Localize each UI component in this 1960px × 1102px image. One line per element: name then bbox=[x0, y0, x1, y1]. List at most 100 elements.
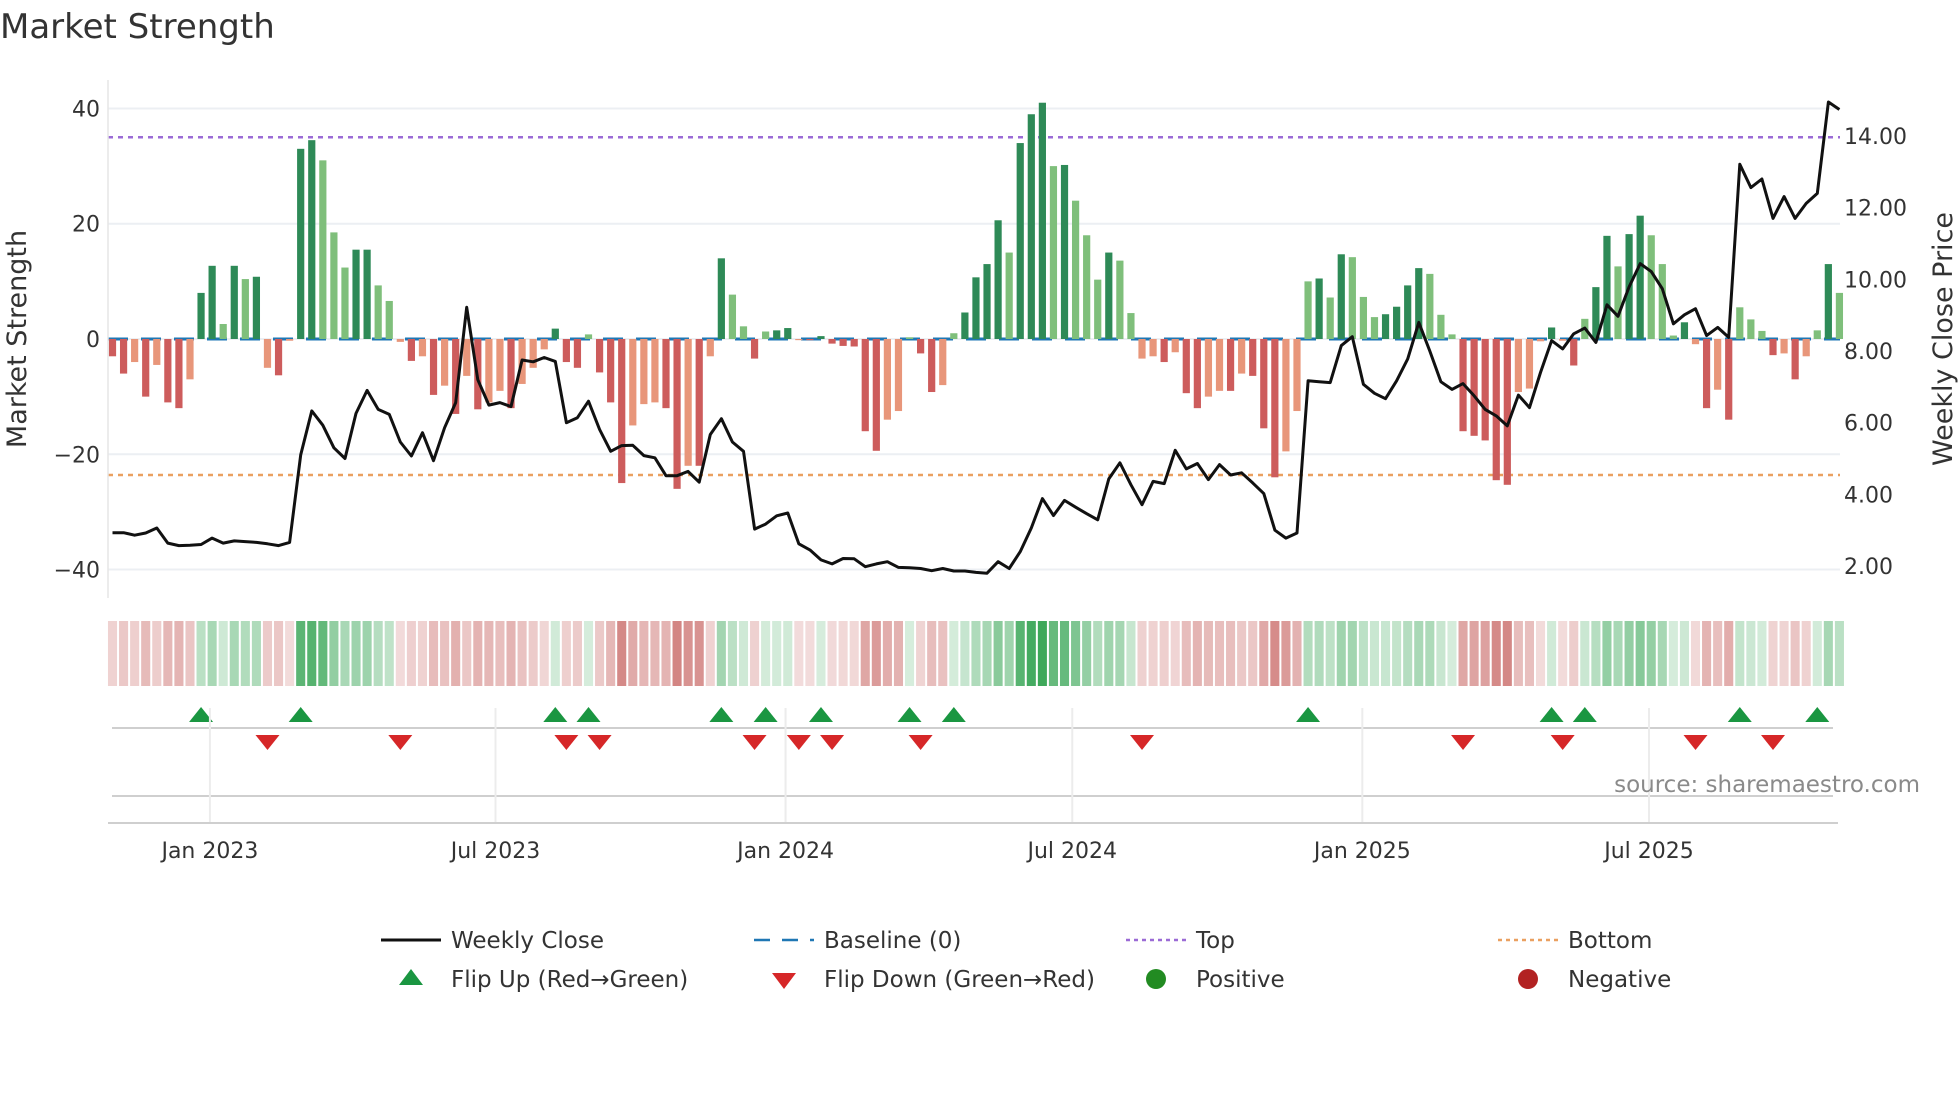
heatmap-cell bbox=[1768, 621, 1778, 686]
strength-bar bbox=[1548, 327, 1556, 339]
strength-bars bbox=[108, 102, 1844, 489]
heatmap-cell bbox=[1181, 621, 1191, 686]
heatmap-cell bbox=[1679, 621, 1689, 686]
strength-bar bbox=[983, 264, 991, 339]
strength-bar bbox=[441, 339, 449, 386]
strength-bar bbox=[1105, 252, 1113, 339]
market-strength-chart: Market Strength 40 20 0 −20 −40 2.00 4.00 6.00… bbox=[0, 7, 1959, 993]
x-tick-label: Jul 2023 bbox=[449, 839, 541, 864]
strength-bar bbox=[1016, 143, 1024, 339]
heatmap-cell bbox=[1657, 621, 1667, 686]
y2-tick-label: 12.00 bbox=[1844, 197, 1907, 222]
heatmap-cell bbox=[539, 621, 549, 686]
strength-bar bbox=[1691, 339, 1700, 345]
heatmap-cell bbox=[561, 621, 571, 686]
strength-bar bbox=[1138, 339, 1146, 359]
heatmap-cell bbox=[207, 621, 217, 686]
legend-label: Flip Up (Red→Green) bbox=[451, 967, 688, 993]
strength-bar bbox=[1083, 235, 1091, 339]
strength-bar bbox=[861, 339, 869, 432]
heatmap-cell bbox=[185, 621, 195, 686]
heatmap-cell bbox=[119, 621, 129, 686]
strength-bar bbox=[175, 339, 183, 409]
legend: Weekly Close Baseline (0) Top Bottom Flip Up… bbox=[381, 928, 1671, 993]
heatmap-cell bbox=[672, 621, 682, 686]
heatmap-cell bbox=[1226, 621, 1236, 686]
heatmap-cell bbox=[329, 621, 339, 686]
strength-bar bbox=[961, 312, 969, 339]
strength-bar bbox=[197, 292, 205, 339]
heatmap-cell bbox=[384, 621, 394, 686]
strength-bar bbox=[684, 339, 692, 466]
heatmap-cell bbox=[1436, 621, 1446, 686]
strength-bar bbox=[1060, 164, 1069, 339]
strength-bar bbox=[994, 220, 1002, 339]
strength-bar bbox=[1315, 278, 1323, 339]
heatmap-cell bbox=[163, 621, 173, 686]
heatmap-cell bbox=[307, 621, 317, 686]
heatmap-cell bbox=[174, 621, 184, 686]
strength-bar bbox=[429, 339, 438, 395]
legend-label: Weekly Close bbox=[451, 928, 604, 954]
heatmap-cell bbox=[927, 621, 937, 686]
y-tick-label: −40 bbox=[54, 559, 100, 584]
heatmap-cell bbox=[1668, 621, 1678, 686]
strength-bar bbox=[1780, 339, 1788, 354]
strength-bar bbox=[1348, 257, 1356, 339]
strength-bar bbox=[784, 328, 792, 339]
y-tick-label: −20 bbox=[54, 443, 100, 468]
flip-up-marker bbox=[288, 707, 313, 722]
strength-bar bbox=[529, 339, 537, 368]
heatmap-cell bbox=[993, 621, 1003, 686]
heatmap-cell bbox=[572, 621, 582, 686]
heatmap-cell bbox=[1447, 621, 1457, 686]
strength-bar bbox=[1647, 235, 1655, 339]
heatmap-cell bbox=[107, 621, 118, 686]
strength-bar bbox=[595, 339, 604, 373]
strength-bar bbox=[1404, 285, 1412, 339]
right-axis: 2.00 4.00 6.00 8.00 10.00 12.00 14.00 bbox=[1844, 125, 1907, 580]
strength-bar bbox=[972, 277, 980, 339]
strength-bar bbox=[241, 279, 249, 339]
strength-bar bbox=[1570, 339, 1578, 366]
strength-bar bbox=[1182, 339, 1190, 394]
heatmap-cell bbox=[661, 621, 671, 686]
y2-tick-label: 10.00 bbox=[1844, 268, 1907, 293]
strength-bar bbox=[1702, 339, 1711, 409]
flip-down-marker bbox=[786, 735, 811, 750]
strength-bar bbox=[1680, 322, 1689, 339]
strength-bar bbox=[1669, 335, 1677, 339]
strength-bar bbox=[1791, 339, 1799, 380]
heatmap-cell bbox=[1259, 621, 1269, 686]
heatmap-cell bbox=[794, 621, 804, 686]
heatmap-cell bbox=[1569, 621, 1579, 686]
heatmap-cell bbox=[240, 621, 250, 686]
strength-bar bbox=[717, 258, 725, 339]
heatmap-cell bbox=[650, 621, 660, 686]
flip-up-marker bbox=[1727, 707, 1752, 722]
strength-bar bbox=[939, 339, 947, 386]
strength-bar bbox=[1238, 339, 1246, 374]
flip-up-marker bbox=[1572, 707, 1597, 722]
heatmap-cell bbox=[1369, 621, 1380, 686]
flip-up-marker bbox=[941, 707, 966, 722]
strength-bar bbox=[1370, 317, 1379, 339]
heatmap-cell bbox=[938, 621, 948, 686]
flip-up-marker bbox=[543, 707, 568, 722]
heatmap-cell bbox=[949, 621, 959, 686]
chart-title: Market Strength bbox=[0, 7, 275, 47]
heatmap-cell bbox=[1646, 621, 1656, 686]
heatmap-cell bbox=[1635, 621, 1645, 686]
legend-label: Negative bbox=[1568, 967, 1671, 993]
strength-bar bbox=[1160, 339, 1168, 363]
flip-down-marker bbox=[255, 735, 280, 750]
strength-bar bbox=[153, 339, 161, 365]
heatmap-cell bbox=[916, 621, 926, 686]
heatmap-cell bbox=[218, 621, 228, 686]
y-tick-label: 0 bbox=[86, 328, 100, 353]
heatmap-cell bbox=[351, 621, 361, 686]
heatmap-cell bbox=[1358, 621, 1368, 686]
strength-bar bbox=[1603, 235, 1611, 339]
strength-bar bbox=[352, 249, 360, 339]
heatmap-cell bbox=[772, 621, 782, 686]
